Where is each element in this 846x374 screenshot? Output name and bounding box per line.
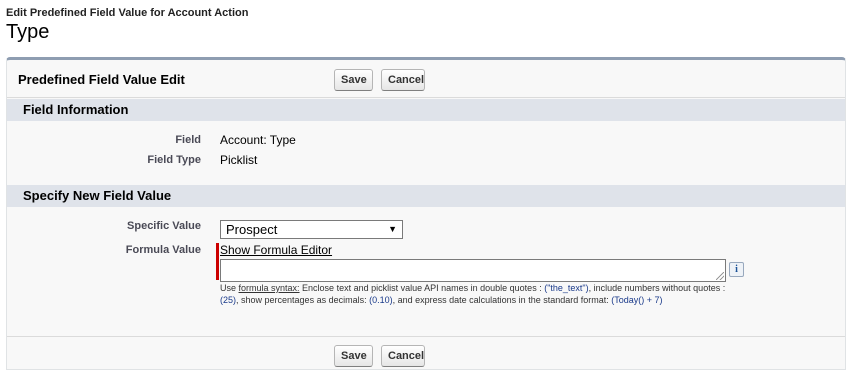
footer-divider <box>7 336 845 337</box>
formula-help-text: Use formula syntax: Enclose text and pic… <box>220 282 730 306</box>
info-icon[interactable]: i <box>729 262 744 277</box>
page-subtitle: Edit Predefined Field Value for Account … <box>6 7 249 19</box>
help-text-1: Enclose text and picklist value API name… <box>299 283 545 293</box>
section-header-field-information: Field Information <box>7 99 845 121</box>
edit-panel: Predefined Field Value Edit Save Cancel … <box>6 57 846 370</box>
chevron-down-icon: ▼ <box>388 224 397 234</box>
panel-title: Predefined Field Value Edit <box>18 72 185 87</box>
formula-value-label: Formula Value <box>125 244 201 256</box>
cancel-button-top[interactable]: Cancel <box>381 69 425 91</box>
section-header-new-field-value: Specify New Field Value <box>7 185 845 207</box>
field-label: Field <box>175 134 201 146</box>
cancel-button-bottom[interactable]: Cancel <box>381 345 425 367</box>
formula-value-textarea[interactable] <box>220 259 726 282</box>
save-button-bottom[interactable]: Save <box>334 345 373 367</box>
required-indicator <box>216 243 219 280</box>
field-type-value: Picklist <box>220 153 258 167</box>
field-type-label: Field Type <box>147 154 201 166</box>
resize-grip-icon[interactable] <box>716 272 724 280</box>
help-text-4: , and express date calculations in the s… <box>392 295 612 305</box>
help-code-date: (Today() + 7) <box>611 295 663 305</box>
specific-value-selected: Prospect <box>226 222 278 237</box>
formula-syntax-link[interactable]: formula syntax: <box>239 283 300 293</box>
help-text-2: , include numbers without quotes : <box>588 283 726 293</box>
page-title: Type <box>6 21 50 43</box>
help-text-3: , show percentages as decimals: <box>236 295 370 305</box>
page-header: Edit Predefined Field Value for Account … <box>6 6 248 44</box>
save-button-top[interactable]: Save <box>334 69 373 91</box>
show-formula-editor-link[interactable]: Show Formula Editor <box>220 243 332 257</box>
help-code-percent: (0.10) <box>369 295 393 305</box>
help-code-number: (25) <box>220 295 237 305</box>
help-code-text: ("the_text") <box>544 283 589 293</box>
specific-value-select[interactable]: Prospect ▼ <box>220 220 403 239</box>
panel-divider <box>7 97 845 98</box>
help-prefix: Use <box>220 283 239 293</box>
field-value: Account: Type <box>220 133 296 147</box>
specific-value-label: Specific Value <box>127 220 201 232</box>
